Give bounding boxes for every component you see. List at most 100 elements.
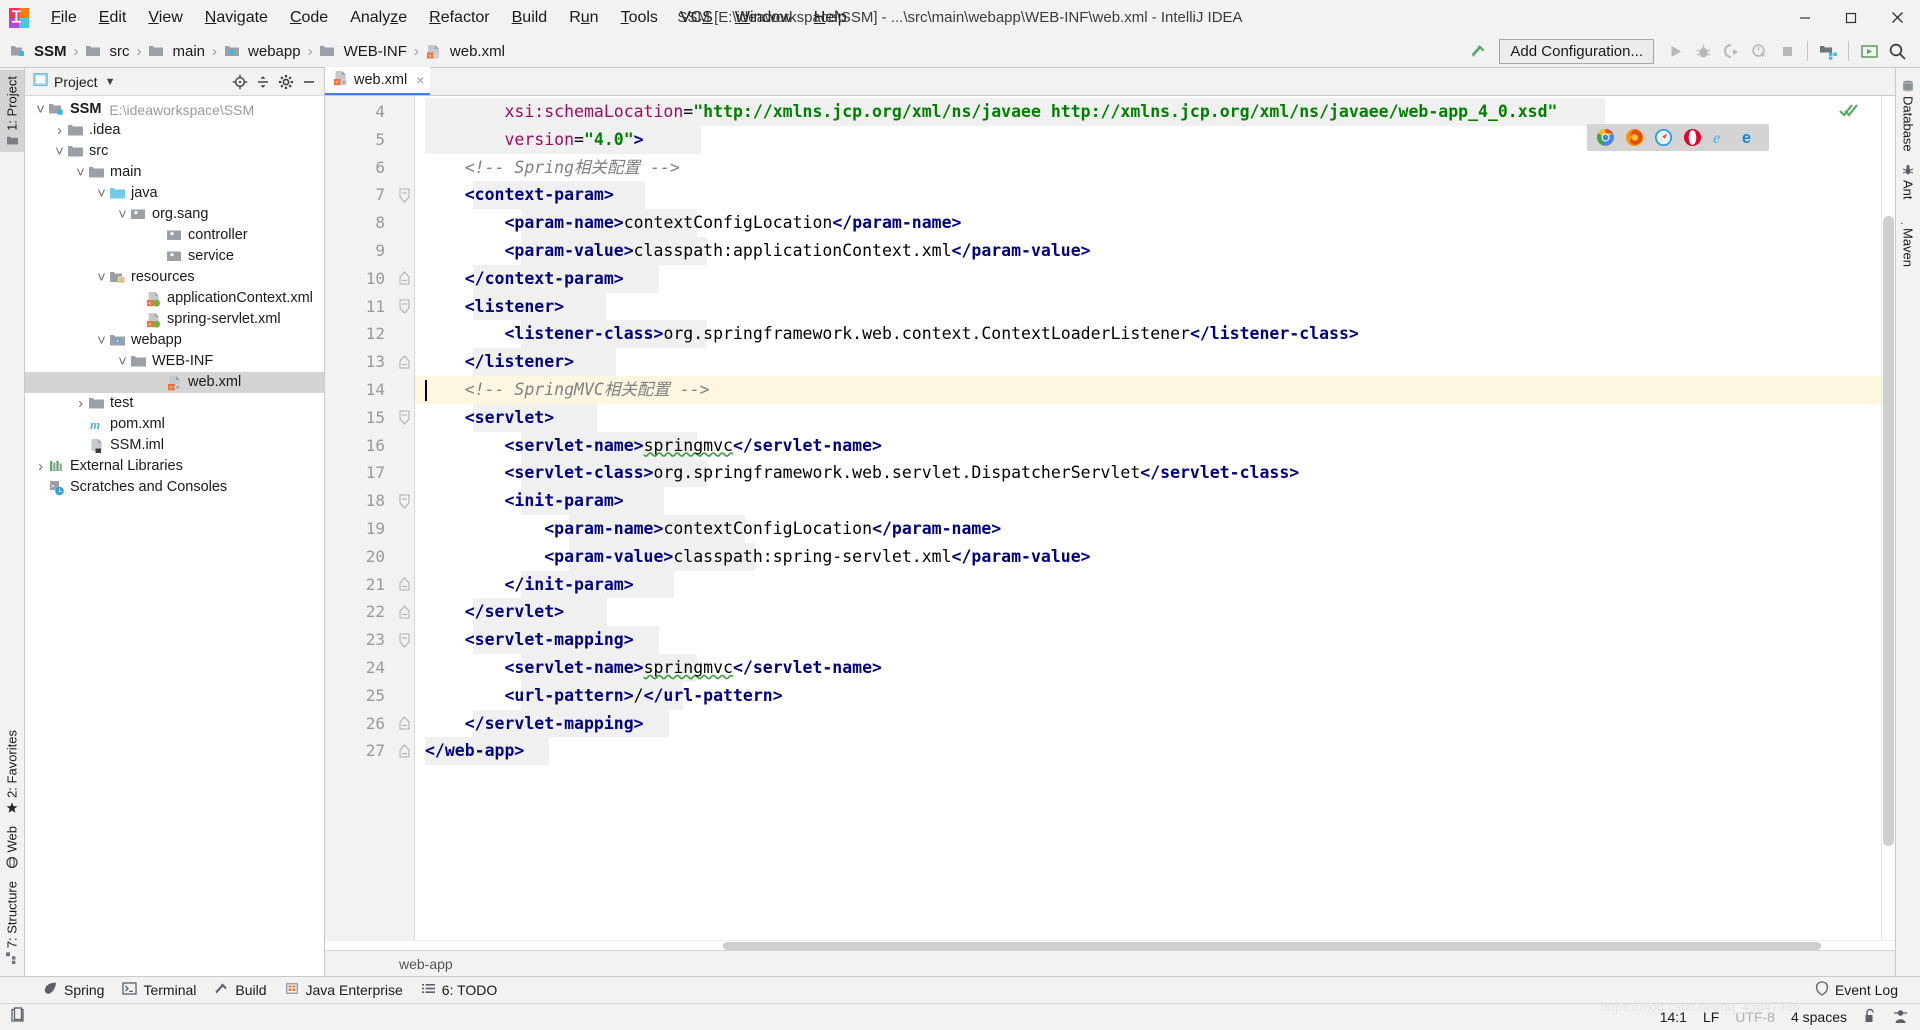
code-line[interactable]: <servlet-name>springmvc</servlet-name> [415,432,1881,460]
tree-node-orgsang[interactable]: ˅ org.sang [25,204,324,225]
collapse-all-icon[interactable] [252,71,274,93]
tree-node-scratches-consoles[interactable]: >_ Scratches and Consoles [25,477,324,498]
tree-node-idea[interactable]: › .idea [25,120,324,141]
bottom-tab-todo[interactable]: 6: TODO [412,978,507,1002]
editor-tab-web-xml[interactable]: < web.xml × [325,67,431,95]
debug-icon[interactable] [1690,38,1716,64]
bottom-tab-java-enterprise[interactable]: Java Enterprise [276,978,412,1002]
menu-analyze[interactable]: Analyze [339,5,418,31]
tree-node-spring-servlet-xml[interactable]: < spring-servlet.xml [25,309,324,330]
tree-node-applicationcontext-xml[interactable]: < applicationContext.xml [25,288,324,309]
chevron-right-icon[interactable]: › [52,123,67,139]
fold-expanded-icon[interactable] [398,181,410,209]
minimize-button[interactable] [1782,0,1828,35]
code-line[interactable]: <servlet-mapping> [415,626,1881,654]
chevron-down-icon[interactable]: ˅ [94,270,109,286]
tree-node-ssm[interactable]: ˅ SSM E:\ideaworkspace\SSM [25,99,324,120]
chevron-down-icon[interactable]: ˅ [115,207,130,223]
code-folding-gutter[interactable] [393,96,415,940]
sidebar-tab-structure[interactable]: 7: Structure [0,875,24,970]
code-line[interactable]: <servlet-name>springmvc</servlet-name> [415,654,1881,682]
code-line[interactable]: </context-param> [415,265,1881,293]
menu-tools[interactable]: Tools [610,5,669,31]
close-button[interactable] [1874,0,1920,35]
fold-collapse-icon[interactable] [398,571,410,599]
bottom-tab-build[interactable]: Build [205,978,275,1002]
tree-node-main[interactable]: ˅ main [25,162,324,183]
line-separator[interactable]: LF [1703,1009,1719,1025]
code-line[interactable]: <servlet> [415,404,1881,432]
hide-icon[interactable] [298,71,320,93]
code-line[interactable]: <init-param> [415,487,1881,515]
search-everywhere-icon[interactable] [1884,38,1910,64]
fold-collapse-icon[interactable] [398,265,410,293]
fold-collapse-icon[interactable] [398,737,410,765]
menu-help[interactable]: Help [803,5,858,31]
tree-node-src[interactable]: ˅ src [25,141,324,162]
sidebar-tab-maven[interactable]: m Maven [1894,205,1920,273]
code-line[interactable]: <listener-class>org.springframework.web.… [415,320,1881,348]
code-line[interactable]: </listener> [415,348,1881,376]
breadcrumb-web-app[interactable]: web-app [393,956,459,972]
code-line[interactable]: <servlet-class>org.springframework.web.s… [415,459,1881,487]
code-line[interactable]: <param-name>contextConfigLocation</param… [415,515,1881,543]
code-line[interactable]: </web-app> [415,737,1881,765]
fold-collapse-icon[interactable] [398,598,410,626]
navbar-crumb-webinf[interactable]: WEB-INF [316,41,411,62]
editor-vertical-scrollbar[interactable] [1883,216,1894,846]
editor-horizontal-scrollbar[interactable] [723,942,1821,950]
bottom-tab-spring[interactable]: Spring [34,978,113,1002]
stop-icon[interactable] [1774,38,1800,64]
chevron-down-icon[interactable]: ˅ [115,354,130,370]
error-stripe-markers[interactable] [1881,96,1895,940]
fold-expanded-icon[interactable] [398,626,410,654]
open-in-browser-popup[interactable]: e e [1587,124,1769,151]
sidebar-tab-ant[interactable]: Ant [1896,158,1920,206]
tree-node-pom-xml[interactable]: m pom.xml [25,414,324,435]
code-editor[interactable]: 4 5 6 7 8 9 10 11 12 13 14 15 16 17 18 19 20 21 22 23 24 25 26… [325,96,1895,940]
project-tree[interactable]: ˅ SSM E:\ideaworkspace\SSM › .idea ˅ src… [25,96,324,976]
menu-vcs[interactable]: VCS [669,5,724,31]
menu-window[interactable]: Window [724,5,803,31]
fold-collapse-icon[interactable] [398,710,410,738]
opera-icon[interactable] [1683,128,1702,147]
run-icon[interactable] [1662,38,1688,64]
code-line[interactable]: </init-param> [415,571,1881,599]
chevron-right-icon[interactable]: › [73,396,88,412]
profile-icon[interactable] [1746,38,1772,64]
memory-indicator-icon[interactable] [10,1006,26,1028]
chrome-icon[interactable] [1596,128,1615,147]
tree-node-web-inf[interactable]: ˅ WEB-INF [25,351,324,372]
file-encoding[interactable]: UTF-8 [1735,1009,1775,1025]
code-line[interactable]: <!-- Spring相关配置 --> [415,154,1881,182]
code-line[interactable]: <!-- SpringMVC相关配置 --> [415,376,1881,404]
hammer-build-icon[interactable] [1465,38,1491,64]
chevron-down-icon[interactable]: ˅ [94,186,109,202]
code-line[interactable]: <param-value>classpath:applicationContex… [415,237,1881,265]
navbar-crumb-main[interactable]: main [145,41,210,62]
code-line[interactable]: </servlet> [415,598,1881,626]
fold-expanded-icon[interactable] [398,487,410,515]
tree-node-controller[interactable]: controller [25,225,324,246]
tree-node-webapp[interactable]: ˅ webapp [25,330,324,351]
tree-node-external-libraries[interactable]: › External Libraries [25,456,324,477]
update-running-app-icon[interactable] [1856,38,1882,64]
indent-setting[interactable]: 4 spaces [1791,1009,1847,1025]
firefox-icon[interactable] [1625,128,1644,147]
navbar-crumb-webxml[interactable]: < web.xml [422,41,509,62]
code-line[interactable]: <url-pattern>/</url-pattern> [415,682,1881,710]
chevron-down-icon[interactable]: ˅ [52,144,67,160]
add-configuration-button[interactable]: Add Configuration... [1499,38,1654,64]
tree-node-resources[interactable]: ˅ resources [25,267,324,288]
project-structure-icon[interactable] [1815,38,1841,64]
menu-build[interactable]: Build [501,5,559,31]
chevron-right-icon[interactable]: › [33,459,48,475]
close-icon[interactable]: × [416,72,424,88]
navbar-crumb-ssm[interactable]: SSM [6,41,71,62]
menu-edit[interactable]: Edit [88,5,138,31]
fold-expanded-icon[interactable] [398,293,410,321]
caret-position[interactable]: 14:1 [1660,1009,1687,1025]
safari-icon[interactable] [1654,128,1673,147]
fold-expanded-icon[interactable] [398,404,410,432]
menu-run[interactable]: Run [558,5,609,31]
